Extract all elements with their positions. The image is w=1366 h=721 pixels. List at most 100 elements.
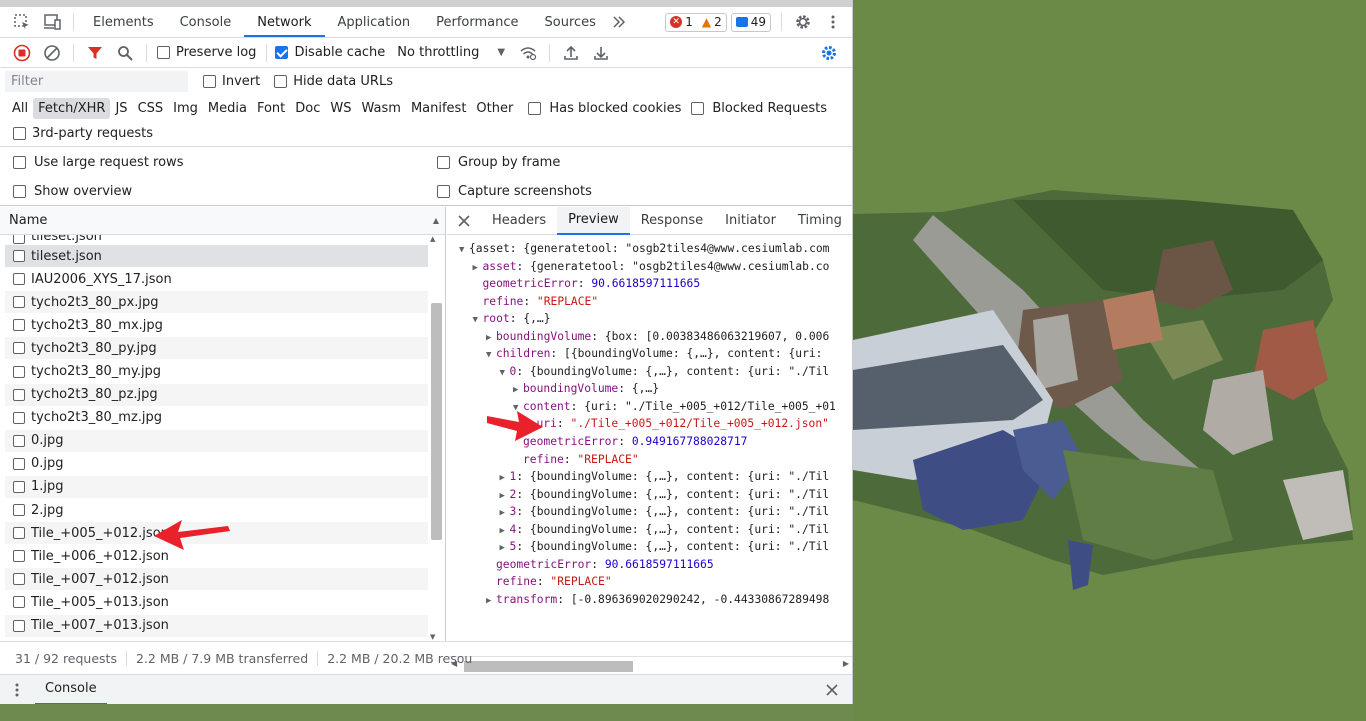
messages-badge[interactable]: 49: [730, 12, 771, 32]
type-all[interactable]: All: [7, 98, 33, 119]
request-row-checkbox[interactable]: [13, 411, 25, 424]
type-css[interactable]: CSS: [133, 98, 169, 119]
request-row[interactable]: tycho2t3_80_my.jpg: [5, 360, 428, 384]
json-tree-line[interactable]: ▶ asset: {generatetool: "osgb2tiles4@www.…: [447, 258, 852, 276]
tab-network[interactable]: Network: [244, 7, 325, 37]
request-row-checkbox[interactable]: [13, 527, 25, 540]
filter-input[interactable]: Filter: [5, 71, 188, 92]
tab-timing[interactable]: Timing: [787, 207, 852, 235]
tab-performance[interactable]: Performance: [423, 7, 531, 37]
json-tree-line[interactable]: ▶ 3: {boundingVolume: {,…}, content: {uri…: [447, 503, 852, 521]
record-stop-icon[interactable]: [7, 38, 37, 68]
request-row-checkbox[interactable]: [13, 504, 25, 517]
request-row[interactable]: 0.jpg: [5, 429, 428, 453]
request-row[interactable]: tycho2t3_80_mz.jpg: [5, 406, 428, 430]
request-row[interactable]: 1.jpg: [5, 475, 428, 500]
request-list-scrollbar[interactable]: ▲ ▼: [429, 235, 442, 641]
request-row[interactable]: 0.jpg: [5, 452, 428, 476]
request-row-checkbox[interactable]: [13, 457, 25, 470]
request-row[interactable]: Tile_+007_+012.json: [5, 568, 428, 592]
network-conditions-icon[interactable]: [513, 38, 543, 68]
type-wasm[interactable]: Wasm: [357, 98, 406, 119]
disable-cache-checkbox[interactable]: [275, 46, 289, 59]
json-tree-line[interactable]: ▼ 0: {boundingVolume: {,…}, content: {uri…: [447, 363, 852, 381]
tab-headers[interactable]: Headers: [481, 207, 557, 235]
inspect-element-icon[interactable]: [7, 7, 37, 37]
name-column-header[interactable]: Name ▲: [0, 207, 445, 235]
json-tree-line[interactable]: ▼ children: [{boundingVolume: {,…}, conte…: [447, 345, 852, 363]
type-ws[interactable]: WS: [325, 98, 356, 119]
json-tree-line[interactable]: ▶ transform: [-0.896369020290242, -0.4433…: [447, 591, 852, 609]
type-js[interactable]: JS: [110, 98, 132, 119]
clear-icon[interactable]: [37, 38, 67, 68]
tab-response[interactable]: Response: [630, 207, 714, 235]
chevron-down-icon[interactable]: ▼: [497, 47, 505, 58]
more-tabs-icon[interactable]: [609, 7, 629, 37]
json-tree-line[interactable]: ▶ boundingVolume: {box: [0.00383486063219…: [447, 328, 852, 346]
tab-initiator[interactable]: Initiator: [714, 207, 787, 235]
drawer-tab-console[interactable]: Console: [35, 675, 107, 704]
request-row[interactable]: tileset.json: [5, 245, 428, 269]
request-row-checkbox[interactable]: [13, 235, 25, 244]
request-row-checkbox[interactable]: [13, 365, 25, 378]
request-row-checkbox[interactable]: [13, 573, 25, 586]
request-row-checkbox[interactable]: [13, 434, 25, 447]
scroll-up-icon[interactable]: ▲: [430, 235, 435, 243]
group-by-frame-checkbox[interactable]: [437, 156, 450, 169]
blocked-requests-checkbox[interactable]: [691, 101, 705, 115]
request-row-checkbox[interactable]: [13, 342, 25, 355]
request-row-checkbox[interactable]: [13, 550, 25, 563]
request-row-checkbox[interactable]: [13, 480, 25, 493]
device-toolbar-icon[interactable]: [37, 7, 67, 37]
tab-elements[interactable]: Elements: [80, 7, 167, 37]
cesium-3d-scene[interactable]: [853, 0, 1366, 721]
json-tree-line[interactable]: ▶ 1: {boundingVolume: {,…}, content: {uri…: [447, 468, 852, 486]
drawer-menu-icon[interactable]: [7, 675, 27, 705]
network-settings-gear-icon[interactable]: [814, 38, 844, 68]
type-media[interactable]: Media: [203, 98, 252, 119]
request-row-checkbox[interactable]: [13, 596, 25, 609]
tab-sources[interactable]: Sources: [532, 7, 609, 37]
type-other[interactable]: Other: [471, 98, 518, 119]
request-row-checkbox[interactable]: [13, 250, 25, 263]
request-row[interactable]: tileset.json: [5, 235, 428, 245]
type-manifest[interactable]: Manifest: [406, 98, 471, 119]
invert-checkbox[interactable]: [203, 75, 216, 88]
request-row-checkbox[interactable]: [13, 388, 25, 401]
tab-preview[interactable]: Preview: [557, 206, 630, 235]
preserve-log-checkbox[interactable]: [157, 46, 170, 59]
request-row[interactable]: IAU2006_XYS_17.json: [5, 268, 428, 292]
request-list-scroll-thumb[interactable]: [431, 303, 442, 540]
request-row-checkbox[interactable]: [13, 296, 25, 309]
json-tree-line[interactable]: ▼ {asset: {generatetool: "osgb2tiles4@www…: [447, 240, 852, 258]
request-row[interactable]: Tile_+007_+013.json: [5, 614, 428, 638]
json-tree-line[interactable]: ▶ boundingVolume: {,…}: [447, 380, 852, 398]
large-rows-checkbox[interactable]: [13, 156, 26, 169]
import-har-icon[interactable]: [556, 38, 586, 68]
request-row[interactable]: tycho2t3_80_px.jpg: [5, 291, 428, 315]
expand-right-icon[interactable]: ▶: [486, 593, 496, 609]
json-tree-line[interactable]: ▼ root: {,…}: [447, 310, 852, 328]
request-row[interactable]: tycho2t3_80_pz.jpg: [5, 383, 428, 407]
hide-data-urls-checkbox[interactable]: [274, 75, 288, 88]
type-font[interactable]: Font: [252, 98, 290, 119]
settings-gear-icon[interactable]: [788, 7, 818, 37]
tab-application[interactable]: Application: [325, 7, 424, 37]
show-overview-checkbox[interactable]: [13, 184, 26, 198]
request-row[interactable]: Tile_+005_+013.json: [5, 591, 428, 615]
json-tree-line[interactable]: ▶ 4: {boundingVolume: {,…}, content: {uri…: [447, 521, 852, 539]
type-fetch-xhr[interactable]: Fetch/XHR: [33, 97, 111, 119]
close-detail-icon[interactable]: [447, 206, 481, 236]
type-img[interactable]: Img: [168, 98, 203, 119]
request-row[interactable]: tycho2t3_80_mx.jpg: [5, 314, 428, 338]
export-har-icon[interactable]: [586, 38, 616, 68]
request-row-checkbox[interactable]: [13, 319, 25, 332]
request-row[interactable]: tycho2t3_80_py.jpg: [5, 337, 428, 361]
throttling-select[interactable]: No throttling: [397, 45, 479, 60]
tab-console[interactable]: Console: [167, 7, 245, 37]
issues-badge[interactable]: ✕ 1 ▲ 2: [665, 12, 727, 32]
close-drawer-icon[interactable]: [817, 675, 847, 705]
filter-icon[interactable]: [80, 38, 110, 68]
capture-screenshots-checkbox[interactable]: [437, 184, 450, 198]
scroll-down-icon[interactable]: ▼: [430, 633, 435, 641]
